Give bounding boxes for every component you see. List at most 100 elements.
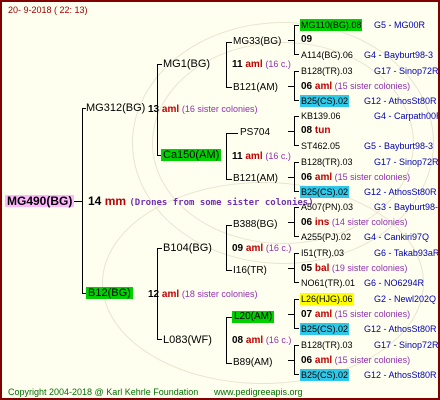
sire-info: 12 aml (18 sister colonies) [148, 288, 257, 301]
connector [294, 374, 299, 375]
gen5-note: (14 sister colonies) [329, 217, 408, 227]
connector [294, 207, 299, 208]
queen-root[interactable]: MG490(BG) [5, 195, 75, 207]
b104-num: 09 [232, 243, 244, 254]
dam-queen[interactable]: MG312(BG) [86, 102, 145, 114]
dam-unit: aml [161, 104, 180, 115]
connector [226, 179, 232, 180]
connector [226, 42, 232, 43]
gen5-queen-bottom[interactable]: B25(CS).02 [300, 186, 350, 198]
gen5-info: 09 [301, 34, 312, 46]
gen5-note: (15 sister colonies) [332, 172, 411, 182]
gen5-code-top: G4 - Carpath00R [374, 111, 440, 121]
connector [226, 363, 232, 364]
gen5-queen-top[interactable]: B128(TR).03 [300, 156, 354, 168]
ca150-info: 11 aml (16 c.) [232, 150, 291, 163]
queen-b121-2[interactable]: B121(AM) [233, 173, 278, 185]
connector [226, 270, 232, 271]
connector [226, 317, 227, 364]
gen5-queen-top[interactable]: B128(TR).03 [300, 65, 354, 77]
connector [288, 268, 295, 269]
connector [157, 64, 158, 156]
mg1-note: (16 c.) [265, 59, 291, 69]
connector [226, 87, 232, 88]
gen5-queen-bottom[interactable]: NO61(TR).01 [300, 277, 356, 289]
queen-l083[interactable]: L083(WF) [163, 334, 212, 346]
gen5-note: (15 sister colonies) [332, 81, 411, 91]
gen5-num: 07 [301, 309, 313, 320]
connector [294, 145, 299, 146]
gen5-queen-bottom[interactable]: B25(CS).02 [300, 369, 350, 381]
sire-note: (18 sister colonies) [181, 289, 258, 299]
queen-ps704[interactable]: PS704 [240, 127, 270, 139]
gen5-code-bottom: G4 - Bayburt98-3 [364, 50, 434, 60]
gen5-unit: aml [312, 172, 333, 183]
b104-unit: aml [245, 243, 264, 254]
b104-note: (16 c.) [265, 243, 292, 253]
connector [157, 248, 158, 340]
queen-l20[interactable]: L20(AM) [232, 311, 275, 323]
gen5-code-top: G17 - Sinop72R [374, 340, 439, 350]
gen5-code-bottom: G12 - AthosSt80R [364, 370, 437, 380]
connector [288, 86, 295, 87]
b104-info: 09 aml (16 c.) [232, 242, 291, 255]
queen-ca150[interactable]: Ca150(AM) [161, 149, 222, 161]
gen5-queen-bottom[interactable]: ST462.05 [300, 140, 341, 152]
connector [157, 339, 162, 340]
gen5-num: 06 [301, 217, 313, 228]
gen5-queen-top[interactable]: I51(TR).03 [300, 247, 345, 259]
gen5-info: 06 aml (15 sister colonies) [301, 354, 410, 367]
gen5-info: 06 aml (15 sister colonies) [301, 80, 410, 93]
mg1-info: 11 aml (16 c.) [232, 58, 291, 71]
gen5-queen-top[interactable]: MG110(BG).08 [300, 19, 363, 31]
gen5-num: 05 [301, 263, 313, 274]
gen5-unit: aml [312, 81, 333, 92]
queen-b121[interactable]: B121(AM) [233, 82, 278, 94]
connector [294, 236, 299, 237]
gen5-info: 07 aml (15 sister colonies) [301, 308, 410, 321]
connector [294, 71, 299, 72]
gen5-queen-top[interactable]: A507(PN).03 [300, 201, 354, 213]
site-link[interactable]: www.pedigreeapis.org [214, 386, 303, 398]
root-note: (Drones from some sister colonies) [129, 198, 314, 208]
gen5-info: 06 aml (15 sister colonies) [301, 171, 410, 184]
gen5-queen-bottom[interactable]: A114(BG).06 [300, 49, 354, 61]
gen5-queen-bottom[interactable]: B25(CS).02 [300, 95, 350, 107]
queen-b89[interactable]: B89(AM) [233, 357, 272, 369]
gen5-queen-bottom[interactable]: B25(CS).02 [300, 323, 350, 335]
connector [294, 299, 299, 300]
connector [226, 133, 238, 134]
connector [294, 54, 299, 55]
queen-b388[interactable]: B388(BG) [233, 219, 277, 231]
copyright: Copyright 2004-2018 @ Karl Kehrle Founda… [8, 387, 199, 397]
queen-b104[interactable]: B104(BG) [163, 242, 212, 254]
connector [157, 64, 162, 65]
queen-mg33[interactable]: MG33(BG) [233, 36, 281, 48]
mg1-num: 11 [232, 59, 243, 70]
connector [294, 191, 299, 192]
gen5-queen-top[interactable]: KB139.06 [300, 110, 342, 122]
queen-i16[interactable]: I16(TR) [233, 265, 267, 277]
connector [226, 225, 232, 226]
connector [294, 328, 299, 329]
sire-unit: aml [161, 289, 180, 300]
dam-note: (16 sister colonies) [181, 104, 258, 114]
l083-info: 08 aml (16 c.) [232, 334, 291, 347]
gen5-code-top: G5 - MG00R [374, 20, 426, 30]
gen5-code-top: G17 - Sinop72R [374, 66, 439, 76]
sire-queen[interactable]: B12(BG) [86, 287, 133, 299]
ca150-num: 11 [232, 151, 243, 162]
queen-mg1[interactable]: MG1(BG) [163, 58, 210, 70]
gen5-note: (15 sister colonies) [332, 355, 411, 365]
connector [226, 133, 227, 180]
gen5-unit: aml [312, 355, 333, 366]
l083-num: 08 [232, 335, 244, 346]
gen5-info: 08 tun [301, 125, 330, 137]
dam-info: 13 aml (16 sister colonies) [148, 103, 257, 116]
gen5-queen-bottom[interactable]: A255(PJ).02 [300, 231, 352, 243]
gen5-queen-top[interactable]: B128(TR).03 [300, 339, 354, 351]
mg1-unit: aml [245, 59, 263, 70]
gen5-queen-top[interactable]: L26(HJG).06 [300, 293, 354, 305]
gen5-code-bottom: G6 - NO6294R [364, 278, 425, 288]
gen5-code-bottom: G12 - AthosSt80R [364, 96, 437, 106]
